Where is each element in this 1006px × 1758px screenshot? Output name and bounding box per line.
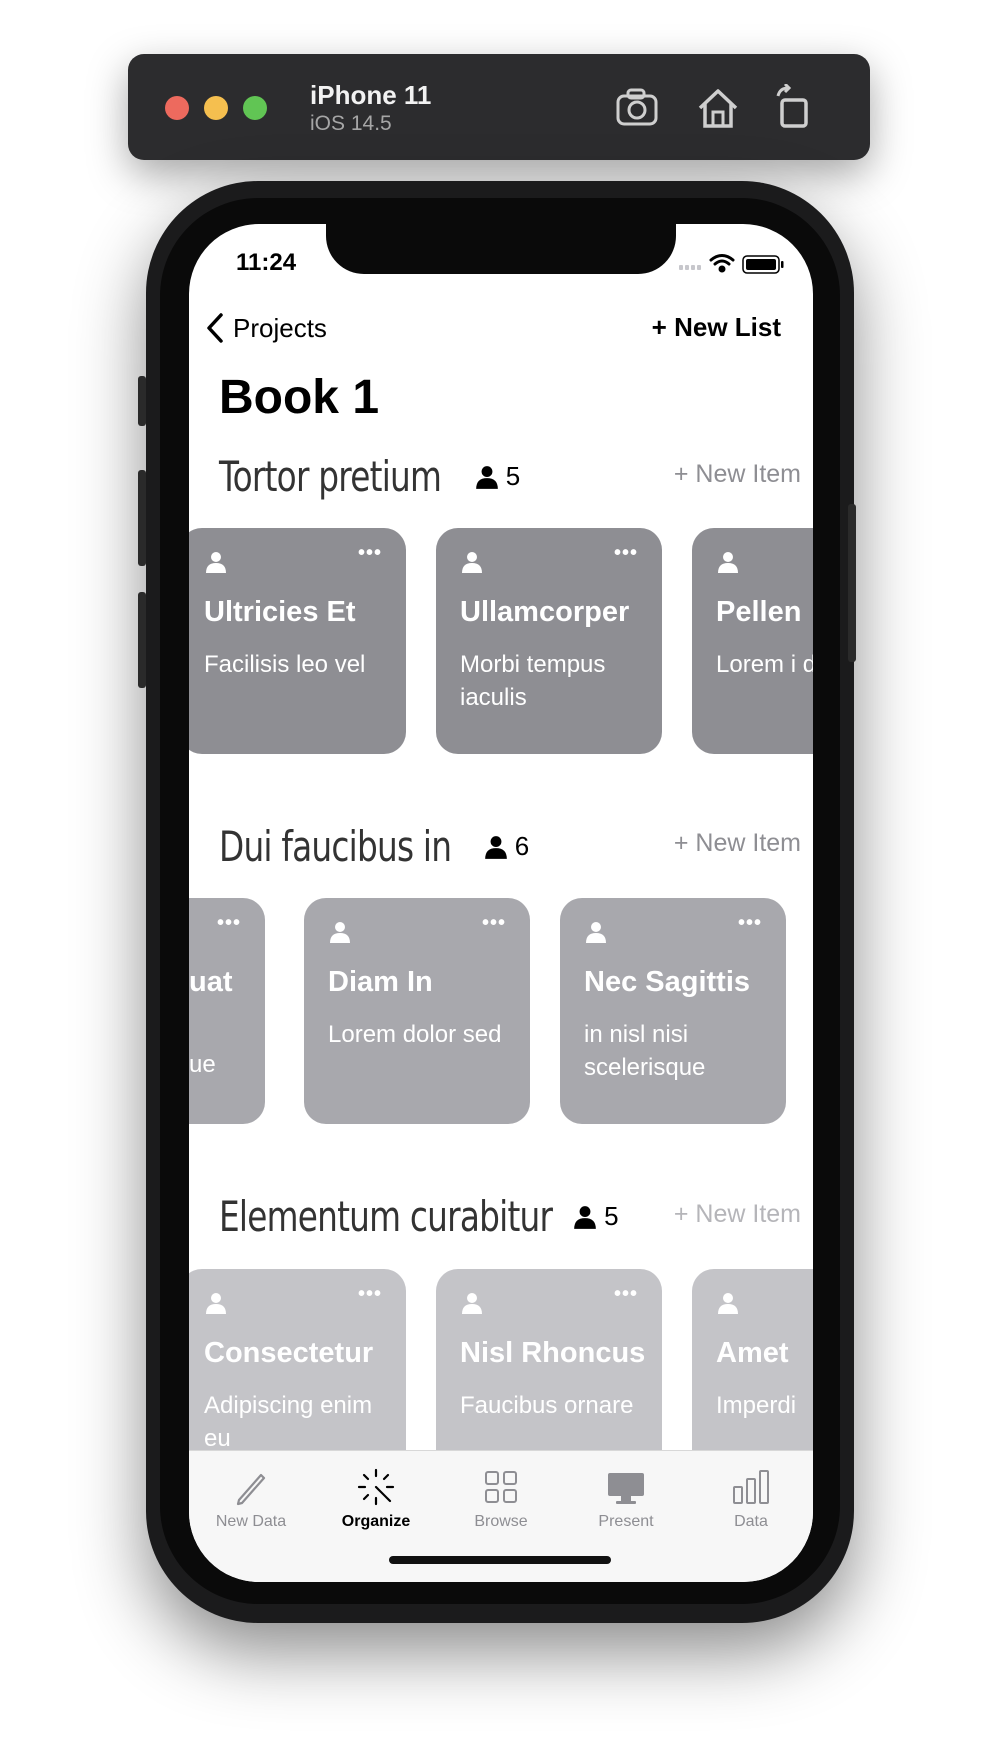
person-icon: [330, 922, 350, 943]
card-subtitle: Lorem i dolor: [716, 651, 813, 678]
member-count: 5: [604, 1201, 619, 1231]
card-subtitle: Lorem dolor sed: [328, 1021, 502, 1048]
bar-chart-icon: [733, 1470, 769, 1504]
pencil-icon: [236, 1473, 266, 1506]
card-subtitle: Imperdi: [716, 1392, 797, 1419]
more-options-icon[interactable]: •••: [738, 912, 762, 935]
tab-new-data[interactable]: New Data: [189, 1467, 313, 1531]
card-title: Diam In: [328, 966, 433, 998]
person-icon: [462, 1293, 482, 1314]
home-icon[interactable]: [694, 84, 742, 132]
card-subtitle: Faucibus ornare: [460, 1392, 634, 1419]
card-title: Amet: [716, 1337, 789, 1369]
member-count: 6: [514, 831, 530, 861]
zoom-window-button[interactable]: [243, 96, 267, 120]
section-header: Elementum curabitur 5: [219, 1192, 619, 1241]
section-title: Elementum curabitur: [219, 1192, 553, 1241]
card-title: uat: [189, 966, 233, 998]
card-title: Ultricies Et: [204, 596, 356, 628]
card-subtitle: Facilisis leo vel: [204, 651, 366, 678]
card-title: Nisl Rhoncus: [460, 1337, 646, 1369]
new-item-button[interactable]: + New Item: [674, 460, 801, 489]
page-title: Book 1: [219, 371, 380, 424]
section-title: Dui faucibus in: [219, 822, 452, 871]
tab-data[interactable]: Data: [689, 1467, 813, 1531]
tab-label: Organize: [341, 1513, 411, 1530]
new-item-button[interactable]: + New Item: [674, 829, 801, 858]
person-icon: [718, 552, 738, 573]
more-options-icon[interactable]: •••: [217, 912, 241, 935]
power-button: [848, 504, 856, 662]
card-subtitle: Morbi tempus iaculis: [460, 651, 606, 711]
notch: [326, 224, 676, 274]
new-item-button[interactable]: + New Item: [674, 1200, 801, 1229]
section-header: Dui faucibus in 6: [219, 822, 529, 871]
wifi-icon: [709, 254, 735, 273]
more-options-icon[interactable]: •••: [482, 912, 506, 935]
volume-up-button: [138, 470, 146, 566]
more-options-icon[interactable]: •••: [358, 1283, 382, 1306]
tab-label: Present: [598, 1513, 654, 1530]
simulator-title-bar: [128, 54, 870, 160]
card-subtitle: in nisl nisi scelerisque: [584, 1021, 706, 1081]
section-header: Tortor pretium 5: [219, 452, 520, 501]
card-title: Pellen: [716, 596, 802, 628]
grid-icon: [485, 1471, 517, 1503]
mute-switch: [138, 376, 146, 426]
volume-down-button: [138, 592, 146, 688]
item-card[interactable]: Pellen Lorem i dolor: [692, 528, 813, 754]
home-indicator: [389, 1556, 611, 1564]
card-subtitle: ue: [189, 1051, 216, 1078]
person-icon: [718, 1293, 738, 1314]
person-icon: [462, 552, 482, 573]
item-card[interactable]: ••• uat ue: [189, 898, 265, 1124]
card-title: Ullamcorper: [460, 596, 630, 628]
back-label: Projects: [233, 312, 327, 343]
more-options-icon[interactable]: •••: [358, 542, 382, 565]
item-card[interactable]: ••• Ultricies Et Facilisis leo vel: [189, 528, 406, 754]
tab-present[interactable]: Present: [564, 1467, 688, 1531]
tab-organize[interactable]: Organize: [314, 1467, 438, 1531]
card-title: Nec Sagittis: [584, 966, 750, 998]
battery-icon: [742, 255, 784, 274]
item-card[interactable]: ••• Ullamcorper Morbi tempus iaculis: [436, 528, 662, 754]
more-options-icon[interactable]: •••: [614, 542, 638, 565]
card-subtitle: Adipiscing enim eu: [204, 1392, 373, 1452]
section-title: Tortor pretium: [219, 452, 442, 501]
item-card[interactable]: ••• Nec Sagittis in nisl nisi scelerisqu…: [560, 898, 786, 1124]
minimize-window-button[interactable]: [204, 96, 228, 120]
tab-label: New Data: [215, 1513, 287, 1530]
tab-label: Data: [734, 1513, 768, 1530]
magic-wand-icon: [357, 1468, 395, 1506]
card-title: Consectetur: [204, 1337, 374, 1369]
monitor-icon: [608, 1473, 644, 1504]
signal-icon: [679, 265, 701, 270]
person-icon: [586, 922, 606, 943]
person-icon: [206, 552, 226, 573]
close-window-button[interactable]: [165, 96, 189, 120]
screenshot-icon[interactable]: [614, 84, 662, 132]
person-icon: [484, 835, 507, 859]
tab-label: Browse: [474, 1513, 528, 1530]
member-count: 5: [505, 461, 521, 491]
person-icon: [475, 465, 498, 489]
phone-screen: 11:24 Projects + New List Book 1 Tortor …: [189, 224, 813, 1582]
person-icon: [574, 1205, 597, 1229]
rotate-icon[interactable]: [770, 84, 818, 132]
person-icon: [206, 1293, 226, 1314]
simulator-os-version: iOS 14.5: [310, 112, 392, 135]
status-icons: [679, 254, 784, 274]
simulator-device-name: iPhone 11: [310, 80, 432, 110]
item-card[interactable]: ••• Diam In Lorem dolor sed: [304, 898, 530, 1124]
back-button[interactable]: Projects: [205, 312, 327, 344]
chevron-left-icon: [207, 313, 223, 343]
more-options-icon[interactable]: •••: [614, 1283, 638, 1306]
status-time: 11:24: [236, 249, 297, 276]
tab-browse[interactable]: Browse: [439, 1467, 563, 1531]
new-list-button[interactable]: + New List: [652, 312, 781, 343]
